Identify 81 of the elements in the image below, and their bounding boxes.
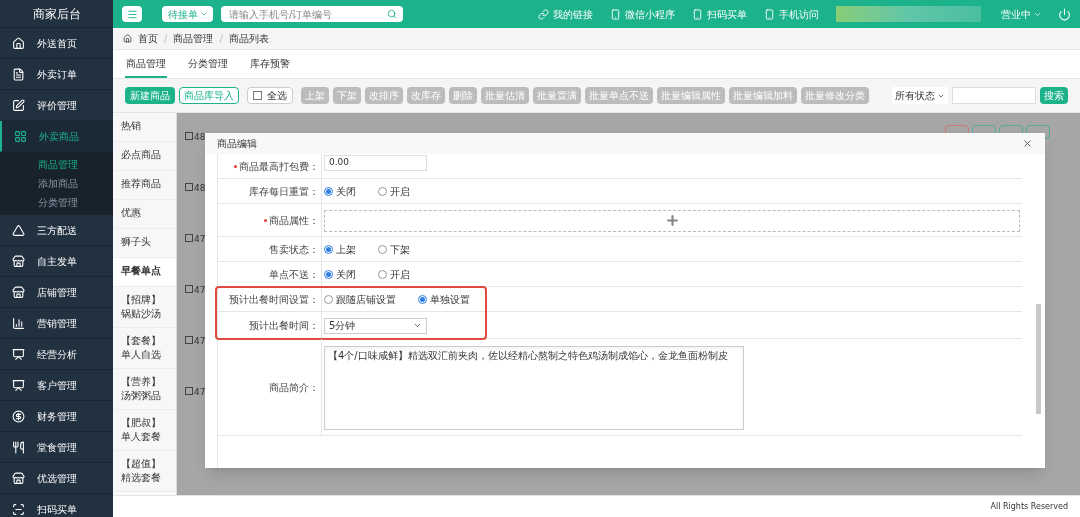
- radio-label: 上架: [336, 243, 356, 257]
- radio-label: 开启: [390, 185, 410, 199]
- status-filter-select[interactable]: 所有状态: [892, 87, 948, 104]
- link-icon: [538, 8, 549, 20]
- breadcrumb-separator: /: [164, 32, 168, 46]
- description-textarea[interactable]: 【4个/口味咸鲜】精选双汇前夹肉，佐以经精心熬制之特色鸡汤制成馅心，金龙鱼面粉制皮: [324, 345, 744, 430]
- select-all-checkbox[interactable]: 全选: [247, 87, 293, 104]
- home-icon: [12, 36, 25, 50]
- scrollbar[interactable]: [1036, 304, 1041, 414]
- edit-icon: [12, 98, 25, 112]
- menu-icon: [126, 8, 138, 20]
- field-label: 预计出餐时间设置：: [229, 292, 319, 307]
- grid-icon: [14, 129, 27, 143]
- search-icon[interactable]: [387, 9, 397, 19]
- radio-button[interactable]: [324, 245, 333, 254]
- search-input[interactable]: [952, 87, 1036, 104]
- chevron-down-icon: [199, 10, 208, 18]
- row-checkbox[interactable]: [185, 336, 193, 344]
- breadcrumb-link[interactable]: 首页: [138, 31, 158, 46]
- field-label: 商品简介：: [269, 380, 319, 395]
- field-label: 商品属性：: [269, 213, 319, 228]
- row-id: 48: [194, 131, 206, 144]
- row-id: 47: [194, 386, 206, 399]
- field-label: 预计出餐时间：: [249, 318, 319, 333]
- row-id: 47: [194, 335, 206, 348]
- menu-button[interactable]: [122, 6, 142, 22]
- prep-time-select[interactable]: 5分钟: [324, 317, 427, 334]
- breadcrumb-link[interactable]: 商品管理: [173, 31, 214, 46]
- field-label: 单点不送：: [269, 267, 319, 282]
- row-checkbox[interactable]: [185, 285, 193, 293]
- plus-icon: [664, 213, 680, 228]
- chevron-down-icon: [413, 321, 422, 330]
- row-checkbox[interactable]: [185, 183, 193, 191]
- dialog-title: 商品编辑: [217, 137, 257, 151]
- radio-label: 关闭: [336, 185, 356, 199]
- phone-icon: [764, 8, 775, 20]
- store-icon: [12, 471, 25, 485]
- submenu-item[interactable]: 添加商品: [0, 174, 113, 193]
- row-id: 48: [194, 182, 206, 195]
- packing-fee-field[interactable]: 0.00: [324, 155, 427, 171]
- store-icon: [12, 285, 25, 299]
- power-icon[interactable]: [1058, 7, 1071, 21]
- field-label: 库存每日重置：: [249, 184, 319, 199]
- breadcrumb-link[interactable]: 商品列表: [228, 31, 269, 46]
- field-label: 售卖状态：: [269, 242, 319, 257]
- row-checkbox[interactable]: [185, 234, 193, 242]
- row-checkbox[interactable]: [185, 132, 193, 140]
- close-icon[interactable]: [1022, 138, 1033, 149]
- row-id: 47: [194, 233, 206, 246]
- radio-button[interactable]: [324, 270, 333, 279]
- radio-button[interactable]: [418, 295, 427, 304]
- presentation-icon: [12, 347, 25, 361]
- field-label: 商品最高打包费：: [239, 159, 319, 174]
- document-icon: [12, 67, 25, 81]
- tab[interactable]: 分类管理: [187, 50, 229, 78]
- phone-icon: [610, 8, 621, 20]
- submenu-item[interactable]: 分类管理: [0, 193, 113, 212]
- search-field[interactable]: 请输入手机号/订单编号: [221, 6, 403, 22]
- breadcrumb-separator: /: [219, 32, 223, 46]
- bar-chart-icon: [12, 316, 25, 330]
- footer-text: All Rights Reserved: [990, 500, 1068, 513]
- tab[interactable]: 库存预警: [249, 50, 291, 78]
- radio-label: 开启: [390, 268, 410, 282]
- radio-button[interactable]: [324, 187, 333, 196]
- triangle-icon: [12, 223, 25, 237]
- row-checkbox[interactable]: [185, 387, 193, 395]
- scan-icon: [12, 502, 25, 516]
- radio-label: 跟随店铺设置: [336, 293, 396, 307]
- submenu-item[interactable]: 商品管理: [0, 155, 113, 174]
- coin-icon: [12, 409, 25, 423]
- store-icon: [12, 254, 25, 268]
- category-item[interactable]: 早餐单点: [113, 258, 176, 287]
- row-id: 47: [194, 284, 206, 297]
- sidebar-item[interactable]: 外卖商品: [0, 121, 113, 152]
- radio-label: 关闭: [336, 268, 356, 282]
- presentation-icon: [12, 378, 25, 392]
- utensils-icon: [12, 440, 25, 454]
- radio-label: 下架: [390, 243, 410, 257]
- home-icon: [123, 34, 132, 43]
- radio-label: 单独设置: [430, 293, 470, 307]
- phone-icon: [692, 8, 703, 20]
